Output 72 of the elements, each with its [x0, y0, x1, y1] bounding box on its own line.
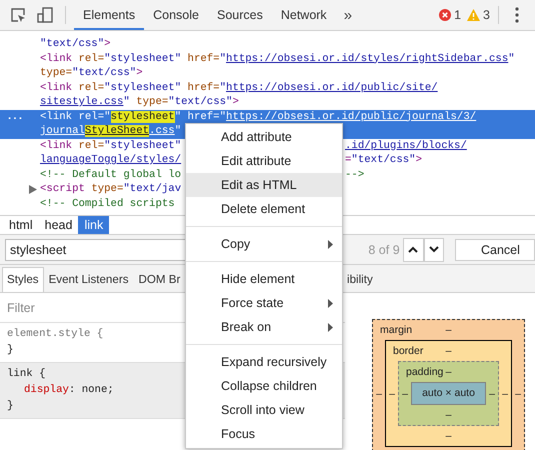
panel-tab[interactable]: Network [272, 0, 336, 30]
previous-match-button[interactable] [403, 238, 424, 262]
warning-icon [467, 9, 480, 21]
menu-item[interactable]: Add attribute [186, 125, 342, 149]
menu-item[interactable]: Delete element [186, 197, 342, 221]
chevron-up-icon [408, 246, 418, 253]
code-line: "text/css"> [40, 38, 111, 50]
warning-count: 3 [483, 8, 490, 22]
css-brace: } [7, 343, 14, 358]
box-value: – [514, 388, 522, 400]
box-value: – [501, 388, 509, 400]
next-match-button[interactable] [424, 238, 444, 262]
code-line: sitestyle.css" type="text/css"> [40, 96, 239, 108]
menu-item[interactable]: Scroll into view [186, 398, 342, 422]
code-line: <link rel="stylesheet" href="https://obsesi.or.id/styles/rightSidebar.css" [40, 52, 515, 64]
box-label: margin [379, 324, 412, 336]
cancel-button[interactable]: Cancel [455, 238, 535, 260]
code-line: <link rel="stylesheet" href="https://obsesi.or.id/public/journals/3/ [40, 110, 476, 122]
sidebar-tab[interactable]: ibility [342, 267, 378, 292]
panel-tab[interactable]: Elements [74, 0, 144, 30]
code-line: journalStyleSheet.css" [40, 125, 182, 137]
box-value: – [401, 388, 409, 400]
content-box: auto × auto [411, 382, 486, 405]
menu-item[interactable]: Hide element [186, 267, 342, 291]
code-line: <link rel="stylesheet" href="https://obsesi.or.id/public/site/ [40, 82, 438, 94]
breadcrumb-item[interactable]: html [3, 216, 39, 234]
error-icon [439, 9, 452, 21]
code-line: .id/plugins/blocks/ [345, 140, 467, 152]
menu-item[interactable]: Expand recursively [186, 350, 342, 374]
more-options-button[interactable]: ... [6, 110, 23, 124]
box-value: – [446, 409, 452, 421]
box-value: – [488, 388, 496, 400]
panel-tab[interactable]: Console [144, 0, 208, 30]
match-count: 8 of 9 [368, 242, 401, 256]
chevron-down-icon [428, 246, 439, 253]
box-label: padding [405, 366, 444, 378]
box-value: – [375, 388, 383, 400]
menu-item[interactable]: Force state [186, 291, 342, 315]
menu-item[interactable]: Collapse children [186, 374, 342, 398]
css-brace: } [7, 399, 14, 414]
sidebar-tab[interactable]: Styles [2, 267, 44, 292]
code-line: <link rel="stylesheet" [40, 140, 182, 152]
css-declaration: display: none; [23, 383, 114, 398]
code-line: type="text/css"> [40, 67, 143, 79]
code-line: --> [345, 168, 364, 180]
sidebar-tab[interactable]: DOM Br [134, 267, 186, 292]
menu-item[interactable]: Edit attribute [186, 149, 342, 173]
error-count: 1 [454, 8, 462, 22]
code-line: ="text/css"> [345, 154, 422, 166]
css-selector: link { [7, 367, 46, 382]
panel-tab[interactable]: Sources [208, 0, 272, 30]
box-value: – [446, 366, 452, 378]
menu-item[interactable]: Edit as HTML [186, 173, 342, 197]
box-value: – [388, 388, 396, 400]
box-label: border [392, 345, 424, 357]
code-line: <!-- Default global lo [40, 168, 182, 180]
menu-item[interactable]: Focus [186, 422, 342, 446]
menu-icon[interactable] [515, 7, 519, 23]
box-value: – [446, 345, 452, 357]
breadcrumb-item[interactable]: head [38, 216, 78, 234]
css-selector: element.style { [7, 327, 104, 342]
device-icon[interactable] [36, 6, 54, 24]
inspect-icon[interactable] [9, 6, 27, 24]
sidebar-tab[interactable]: Event Listeners [44, 267, 134, 292]
code-line: <script type="text/jav [40, 183, 182, 195]
box-value: – [446, 430, 452, 442]
box-value: – [446, 324, 452, 336]
breadcrumb-item[interactable]: link [78, 216, 110, 234]
expand-triangle-icon[interactable] [29, 184, 37, 194]
code-line: languageToggle/styles/ [40, 154, 182, 166]
code-line: <!-- Compiled scripts [40, 198, 175, 210]
more-tabs-button[interactable]: » [336, 6, 360, 24]
